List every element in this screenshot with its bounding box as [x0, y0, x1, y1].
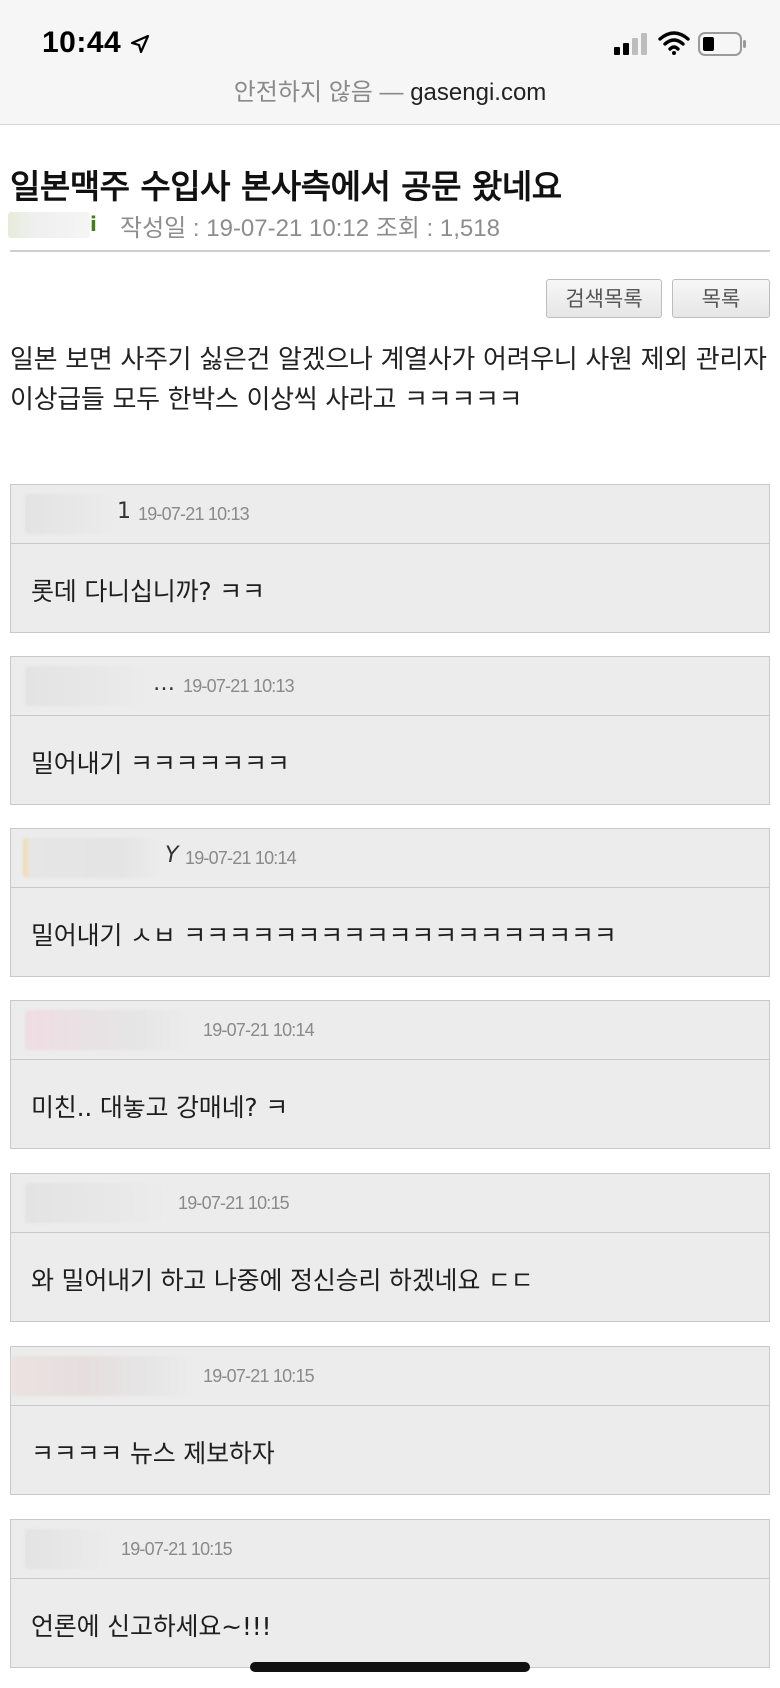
comment-text: 밀어내기 ㅋㅋㅋㅋㅋㅋㅋ: [31, 749, 290, 778]
comment-author-tail: Y: [165, 843, 179, 868]
comment-date: 19-07-21 10:13: [183, 676, 295, 696]
comment-header: Y 19-07-21 10:14: [11, 829, 769, 888]
wifi-icon: [658, 31, 690, 55]
battery-icon: [698, 32, 746, 56]
author-name-tail: i: [90, 212, 97, 236]
comment-text: ㅋㅋㅋㅋ 뉴스 제보하자: [31, 1439, 275, 1468]
post-body: 일본 보면 사주기 싫은건 알겠으나 계열사가 어려우니 사원 제외 관리자 이…: [10, 345, 767, 415]
post-meta: i 작성일 : 19-07-21 10:12 조회 : 1,518: [8, 208, 768, 242]
comment-body: 밀어내기 ㅅㅂ ㅋㅋㅋㅋㅋㅋㅋㅋㅋㅋㅋㅋㅋㅋㅋㅋㅋㅋㅋ: [11, 888, 769, 976]
comment-text: 언론에 신고하세요~!!!: [31, 1612, 272, 1641]
comment-date: 19-07-21 10:15: [121, 1539, 233, 1559]
comment-text: 와 밀어내기 하고 나중에 정신승리 하겠네요 ㄷㄷ: [31, 1266, 534, 1295]
comment-author-blurred[interactable]: [23, 838, 161, 878]
comment-text: 미친.. 대놓고 강매네? ㅋ: [31, 1093, 289, 1122]
comment-item: Y 19-07-21 10:14 밀어내기 ㅅㅂ ㅋㅋㅋㅋㅋㅋㅋㅋㅋㅋㅋㅋㅋㅋㅋ…: [10, 828, 770, 977]
comment-item: 19-07-21 10:14 미친.. 대놓고 강매네? ㅋ: [10, 1000, 770, 1149]
comment-body: ㅋㅋㅋㅋ 뉴스 제보하자: [11, 1406, 769, 1494]
author-name-blurred[interactable]: [8, 212, 90, 238]
comment-date: 19-07-21 10:14: [185, 848, 297, 868]
comment-item: … 19-07-21 10:13 밀어내기 ㅋㅋㅋㅋㅋㅋㅋ: [10, 656, 770, 805]
comment-header: 19-07-21 10:15: [11, 1347, 769, 1406]
comment-text: 롯데 다니십니까? ㅋㅋ: [31, 577, 265, 606]
comment-item: 19-07-21 10:15 언론에 신고하세요~!!!: [10, 1519, 770, 1668]
comment-text: 밀어내기 ㅅㅂ ㅋㅋㅋㅋㅋㅋㅋㅋㅋㅋㅋㅋㅋㅋㅋㅋㅋㅋㅋ: [31, 921, 617, 950]
list-button[interactable]: 목록: [672, 279, 770, 318]
comment-date: 19-07-21 10:13: [138, 504, 250, 524]
comment-author-tail: …: [153, 671, 175, 696]
url-bar[interactable]: 안전하지 않음 — gasengi.com: [0, 72, 780, 107]
comment-header: 1 19-07-21 10:13: [11, 485, 769, 544]
comment-date: 19-07-21 10:14: [203, 1020, 315, 1040]
comment-body: 롯데 다니십니까? ㅋㅋ: [11, 544, 769, 632]
comment-author-blurred[interactable]: [25, 1529, 111, 1569]
comment-body: 미친.. 대놓고 강매네? ㅋ: [11, 1060, 769, 1148]
post-title: 일본맥주 수입사 본사측에서 공문 왔네요: [10, 167, 562, 206]
comment-body: 언론에 신고하세요~!!!: [11, 1579, 769, 1667]
comment-date: 19-07-21 10:15: [178, 1193, 290, 1213]
url-host: gasengi.com: [410, 79, 547, 106]
comment-item: 1 19-07-21 10:13 롯데 다니십니까? ㅋㅋ: [10, 484, 770, 633]
comment-author-blurred[interactable]: [25, 1183, 167, 1223]
comment-author-blurred[interactable]: [25, 666, 149, 706]
comment-date: 19-07-21 10:15: [203, 1366, 315, 1386]
comment-author-blurred[interactable]: [25, 1010, 191, 1050]
cellular-signal-icon: [614, 33, 647, 55]
comment-header: 19-07-21 10:15: [11, 1520, 769, 1579]
comment-header: 19-07-21 10:14: [11, 1001, 769, 1060]
comment-header: … 19-07-21 10:13: [11, 657, 769, 716]
url-insecure-warning: 안전하지 않음 —: [233, 79, 404, 106]
header-divider: [10, 250, 770, 252]
post-date-views: 작성일 : 19-07-21 10:12 조회 : 1,518: [120, 215, 500, 242]
comment-item: 19-07-21 10:15 ㅋㅋㅋㅋ 뉴스 제보하자: [10, 1346, 770, 1495]
home-indicator[interactable]: [250, 1662, 530, 1672]
location-arrow-icon: [130, 34, 150, 54]
comment-body: 와 밀어내기 하고 나중에 정신승리 하겠네요 ㄷㄷ: [11, 1233, 769, 1321]
status-time: 10:44: [42, 26, 122, 59]
comment-author-blurred[interactable]: [25, 494, 115, 534]
comment-header: 19-07-21 10:15: [11, 1174, 769, 1233]
comment-item: 19-07-21 10:15 와 밀어내기 하고 나중에 정신승리 하겠네요 ㄷ…: [10, 1173, 770, 1322]
comment-author-tail: 1: [117, 499, 131, 524]
comment-body: 밀어내기 ㅋㅋㅋㅋㅋㅋㅋ: [11, 716, 769, 804]
browser-top-bar: 10:44 안전하지 않음 — gasengi.com: [0, 0, 780, 125]
search-list-button[interactable]: 검색목록: [546, 279, 662, 318]
comment-author-blurred[interactable]: [11, 1356, 197, 1396]
